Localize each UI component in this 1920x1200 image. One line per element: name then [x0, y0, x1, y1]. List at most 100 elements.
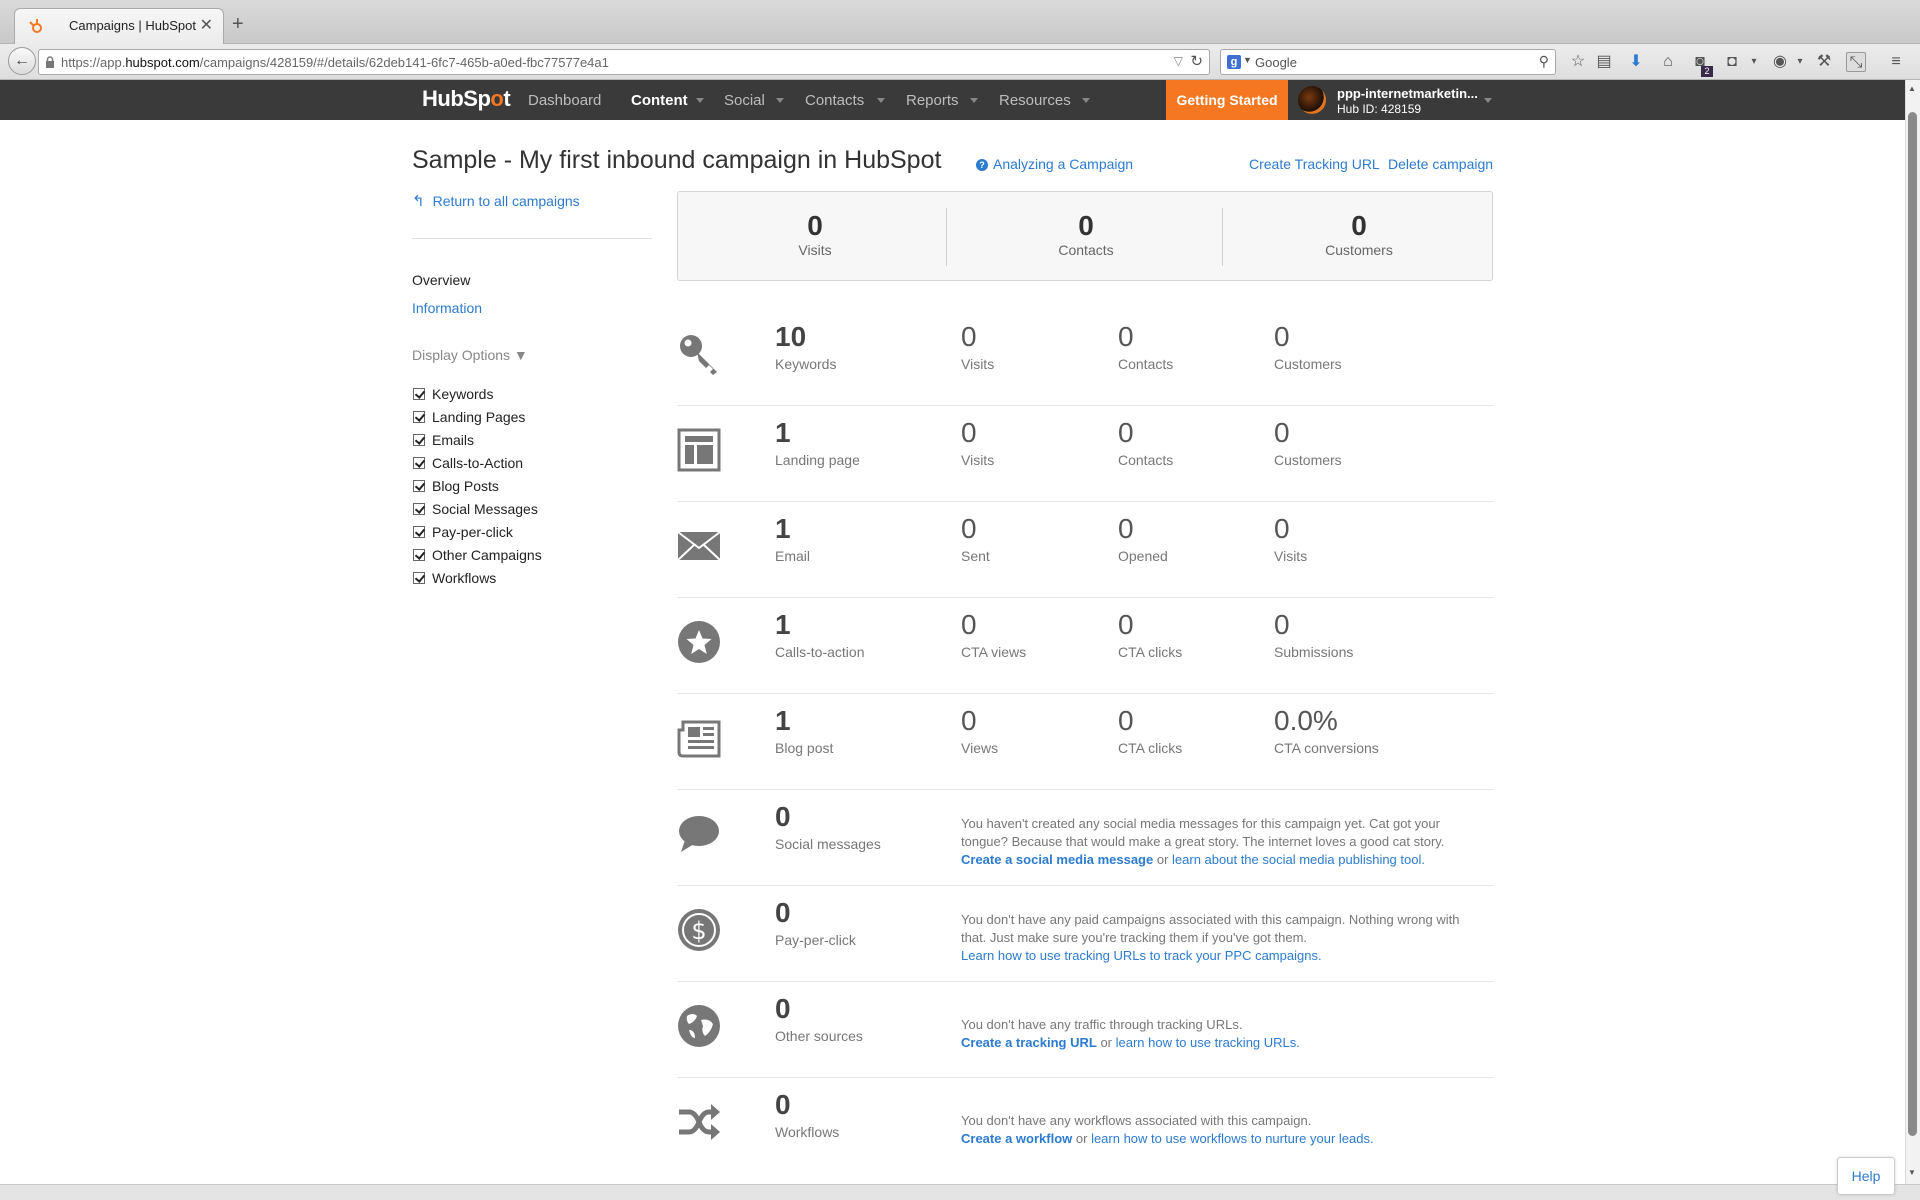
question-icon: ? [976, 159, 988, 171]
scroll-down-icon[interactable]: ▼ [1908, 1168, 1916, 1177]
metric-visits: 0 Visits [961, 321, 995, 372]
option-pay-per-click[interactable]: Pay-per-click [413, 520, 542, 543]
option-landing-pages[interactable]: Landing Pages [413, 405, 542, 428]
create-social-message-link[interactable]: Create a social media message [961, 852, 1153, 867]
search-engine-dropdown-icon[interactable]: ▼ [1243, 55, 1252, 65]
row-other-sources: 0 Other sources You don't have any traffi… [677, 982, 1493, 1078]
row-emails: 1 Email 0 Sent 0 Opened 0 Visits [677, 502, 1493, 598]
checkbox[interactable] [413, 525, 425, 538]
status-bar [0, 1184, 1920, 1200]
delete-campaign-link[interactable]: Delete campaign [1388, 156, 1493, 172]
hubspot-logo[interactable]: HubSpot [422, 86, 511, 112]
screenshot-dropdown-icon[interactable]: ▾ [1744, 52, 1764, 72]
create-tracking-url-link[interactable]: Create Tracking URL [1249, 156, 1380, 172]
row-pay-per-click: $ 0 Pay-per-click You don't have any paid… [677, 886, 1493, 982]
display-options-toggle[interactable]: Display Options ▼ [412, 347, 528, 363]
nav-content[interactable]: Content [631, 92, 688, 109]
option-other-campaigns[interactable]: Other Campaigns [413, 543, 542, 566]
checkbox[interactable] [413, 410, 425, 423]
metric-customers: 0 Customers [1274, 321, 1342, 372]
checkbox[interactable] [413, 479, 425, 492]
return-arrow-icon: ↰ [412, 193, 425, 210]
search-bar[interactable]: g ▼ Google ⚲ [1220, 49, 1556, 75]
resources-caret-icon[interactable] [1082, 98, 1090, 103]
home-icon[interactable]: ⌂ [1658, 52, 1678, 72]
url-bar[interactable]: https://app.hubspot.com/campaigns/428159… [38, 49, 1210, 75]
url-text: https://app.hubspot.com/campaigns/428159… [61, 55, 609, 70]
learn-ppc-tracking-link[interactable]: Learn how to use tracking URLs to track … [961, 948, 1322, 963]
metric-cta-views: 0 CTA views [961, 609, 1027, 660]
download-icon[interactable]: ⬇ [1626, 52, 1646, 72]
option-blog-posts[interactable]: Blog Posts [413, 474, 542, 497]
dollar-icon: $ [678, 909, 720, 951]
learn-tracking-urls-link[interactable]: learn how to use tracking URLs. [1116, 1035, 1300, 1050]
metric-social-messages: 0 Social messages [775, 801, 881, 852]
scrollbar-thumb[interactable] [1908, 112, 1917, 1136]
option-emails[interactable]: Emails [413, 428, 542, 451]
help-button[interactable]: Help [1837, 1157, 1895, 1195]
option-calls-to-action[interactable]: Calls-to-Action [413, 451, 542, 474]
metric-customers: 0 Customers [1274, 417, 1342, 468]
social-caret-icon[interactable] [776, 98, 784, 103]
metric-cta-clicks: 0 CTA clicks [1118, 609, 1183, 660]
getting-started-button[interactable]: Getting Started [1166, 80, 1288, 120]
checkbox[interactable] [413, 433, 425, 446]
tab-title: Campaigns | HubSpot [69, 18, 196, 33]
google-icon[interactable]: g [1227, 55, 1241, 69]
screenshot-icon[interactable]: ◘ [1722, 52, 1742, 72]
url-dropdown-icon[interactable]: ▽ [1174, 54, 1183, 68]
checkbox[interactable] [413, 456, 425, 469]
metric-cta-clicks: 0 CTA clicks [1118, 705, 1183, 756]
checkbox[interactable] [413, 548, 425, 561]
learn-workflows-link[interactable]: learn how to use workflows to nurture yo… [1091, 1131, 1374, 1146]
total-contacts: 0 Contacts [1058, 210, 1114, 259]
nav-dashboard[interactable]: Dashboard [528, 92, 601, 109]
extension-circle-icon[interactable]: ◉ [1770, 52, 1790, 72]
metric-sent: 0 Sent [961, 513, 990, 564]
divider [946, 208, 947, 266]
sidebar-item-overview[interactable]: Overview [412, 272, 470, 288]
checkbox[interactable] [413, 387, 425, 400]
avatar[interactable] [1298, 86, 1326, 114]
reports-caret-icon[interactable] [970, 98, 978, 103]
new-tab-icon[interactable]: + [232, 14, 244, 34]
wrench-icon[interactable]: ⚒ [1814, 52, 1834, 72]
browser-nav-bar: ← https://app.hubspot.com/campaigns/4281… [0, 44, 1920, 80]
speech-bubble-icon [679, 816, 719, 852]
create-workflow-link[interactable]: Create a workflow [961, 1131, 1072, 1146]
contacts-caret-icon[interactable] [877, 98, 885, 103]
tab-close-icon[interactable]: ✕ [200, 15, 213, 35]
analyzing-campaign-link[interactable]: ? Analyzing a Campaign [976, 156, 1133, 172]
divider [1222, 208, 1223, 266]
nav-resources[interactable]: Resources [999, 92, 1071, 109]
nav-contacts[interactable]: Contacts [805, 92, 864, 109]
extension-dropdown-icon[interactable]: ▾ [1790, 52, 1810, 72]
browser-tab-bar: Campaigns | HubSpot ✕ + [0, 0, 1920, 44]
sidebar-item-information[interactable]: Information [412, 300, 482, 316]
checkbox[interactable] [413, 571, 425, 584]
browser-tab[interactable]: Campaigns | HubSpot ✕ [14, 8, 224, 44]
option-workflows[interactable]: Workflows [413, 566, 542, 589]
account-name[interactable]: ppp-internetmarketin... [1337, 86, 1478, 101]
hub-id: Hub ID: 428159 [1337, 102, 1422, 116]
nav-social[interactable]: Social [724, 92, 765, 109]
metric-cta-conversions: 0.0% CTA conversions [1274, 705, 1379, 756]
menu-hamburger-icon[interactable]: ≡ [1886, 52, 1906, 72]
learn-social-publishing-link[interactable]: learn about the social media publishing … [1172, 852, 1425, 867]
return-to-campaigns-link[interactable]: ↰ Return to all campaigns [412, 192, 580, 210]
search-icon[interactable]: ⚲ [1539, 53, 1549, 70]
option-social-messages[interactable]: Social Messages [413, 497, 542, 520]
checkbox[interactable] [413, 502, 425, 515]
scroll-up-icon[interactable]: ▲ [1908, 84, 1916, 93]
nav-reports[interactable]: Reports [906, 92, 959, 109]
option-keywords[interactable]: Keywords [413, 382, 542, 405]
back-arrow-icon[interactable]: ← [8, 47, 36, 75]
content-caret-icon[interactable] [696, 98, 704, 103]
bookmark-star-icon[interactable]: ☆ [1568, 52, 1588, 72]
create-tracking-url-row-link[interactable]: Create a tracking URL [961, 1035, 1097, 1050]
account-caret-icon[interactable] [1484, 98, 1492, 103]
reload-icon[interactable]: ↻ [1190, 52, 1203, 70]
metric-contacts: 0 Contacts [1118, 321, 1174, 372]
fullscreen-icon[interactable]: ⤡ [1846, 52, 1866, 72]
reading-list-icon[interactable]: ▤ [1594, 52, 1614, 72]
